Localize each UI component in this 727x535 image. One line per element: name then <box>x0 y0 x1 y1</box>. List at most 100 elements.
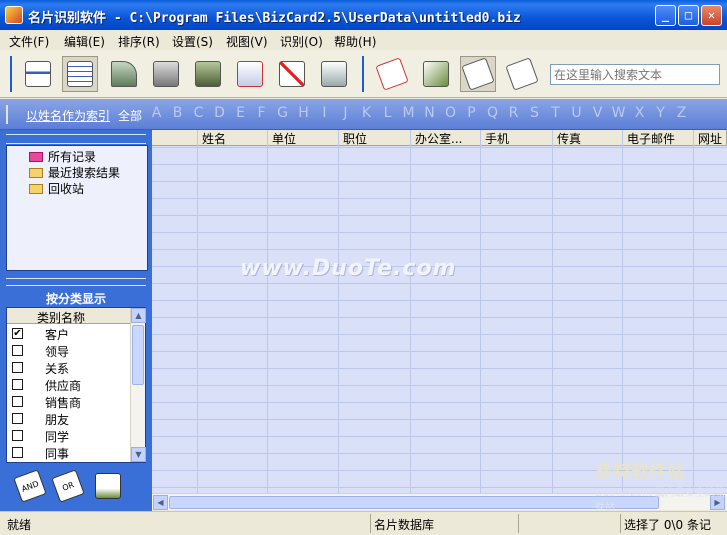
alphabet-grip[interactable] <box>6 105 9 124</box>
category-row-friend[interactable]: 朋友 <box>7 410 131 427</box>
letter-v[interactable]: V <box>590 105 605 121</box>
grid-header-email[interactable]: 电子邮件 <box>623 130 694 146</box>
letter-o[interactable]: O <box>443 105 458 121</box>
letter-y[interactable]: Y <box>653 105 668 121</box>
letter-p[interactable]: P <box>464 105 479 121</box>
menu-sort[interactable]: 排序(R) <box>118 33 160 50</box>
scroll-left-button[interactable]: ◀ <box>153 495 168 510</box>
letter-f[interactable]: F <box>254 105 269 121</box>
search-name-button[interactable] <box>374 56 410 92</box>
tree-panel-header[interactable] <box>6 134 146 144</box>
search-input[interactable] <box>550 64 720 85</box>
menu-recognize[interactable]: 识别(O) <box>280 33 323 50</box>
letter-all[interactable]: 全部 <box>118 107 142 124</box>
grid-header-mobile[interactable]: 手机 <box>481 130 553 146</box>
tree-item-recent-search[interactable]: 最近搜索结果 <box>29 165 120 180</box>
letter-r[interactable]: R <box>506 105 521 121</box>
pda-button[interactable] <box>190 56 226 92</box>
letter-w[interactable]: W <box>611 105 626 121</box>
minimize-button[interactable]: _ <box>655 5 676 26</box>
menu-edit[interactable]: 编辑(E) <box>64 33 105 50</box>
title-bar[interactable]: 名片识别软件 - C:\Program Files\BizCard2.5\Use… <box>0 0 727 30</box>
letter-h[interactable]: H <box>296 105 311 121</box>
print-card-button[interactable] <box>148 56 184 92</box>
category-checkbox[interactable] <box>12 413 23 424</box>
category-panel-header[interactable] <box>6 278 146 286</box>
category-row-leader[interactable]: 领导 <box>7 342 131 359</box>
and-search-button[interactable] <box>460 56 496 92</box>
letter-t[interactable]: T <box>548 105 563 121</box>
menu-view[interactable]: 视图(V) <box>226 33 268 50</box>
card-grid[interactable]: 姓名 单位 职位 办公室... 手机 传真 电子邮件 网址 <box>152 130 727 493</box>
scan-button[interactable] <box>106 56 142 92</box>
or-search-button[interactable] <box>504 56 540 92</box>
grid-header-website[interactable]: 网址 <box>694 130 727 146</box>
category-row-client[interactable]: ✔ 客户 <box>7 325 131 342</box>
category-row-dealer[interactable]: 销售商 <box>7 393 131 410</box>
grid-header-select[interactable] <box>152 130 198 146</box>
menu-help[interactable]: 帮助(H) <box>334 33 376 50</box>
letter-i[interactable]: I <box>317 105 332 121</box>
menu-file[interactable]: 文件(F) <box>9 33 49 50</box>
category-checkbox[interactable]: ✔ <box>12 328 23 339</box>
letter-j[interactable]: J <box>338 105 353 121</box>
category-checkbox[interactable] <box>12 379 23 390</box>
scroll-down-button[interactable]: ▼ <box>131 447 146 462</box>
grid-header-fax[interactable]: 传真 <box>553 130 623 146</box>
app-icon <box>5 6 23 24</box>
letter-d[interactable]: D <box>212 105 227 121</box>
menu-settings[interactable]: 设置(S) <box>172 33 213 50</box>
category-checkbox[interactable] <box>12 447 23 458</box>
letter-l[interactable]: L <box>380 105 395 121</box>
letter-u[interactable]: U <box>569 105 584 121</box>
toolbar-grip-2[interactable] <box>362 56 365 92</box>
letter-n[interactable]: N <box>422 105 437 121</box>
letter-q[interactable]: Q <box>485 105 500 121</box>
export-button[interactable] <box>316 56 352 92</box>
index-by-name-link[interactable]: 以姓名作为索引 <box>26 107 110 124</box>
new-card-button[interactable] <box>232 56 268 92</box>
status-selection: 选择了 0\0 条记 <box>620 514 727 533</box>
letter-m[interactable]: M <box>401 105 416 121</box>
category-row-colleague[interactable]: 同事 <box>7 444 131 461</box>
maximize-button[interactable]: □ <box>678 5 699 26</box>
category-scrollbar[interactable]: ▲ ▼ <box>130 308 146 462</box>
letter-e[interactable]: E <box>233 105 248 121</box>
category-row-relation[interactable]: 关系 <box>7 359 131 376</box>
tree-item-all-records[interactable]: 所有记录 <box>29 149 96 164</box>
category-checkbox[interactable] <box>12 362 23 373</box>
toolbar-grip[interactable] <box>10 56 13 92</box>
tree-item-recycle-bin[interactable]: 回收站 <box>29 181 84 196</box>
category-title: 按分类显示 <box>45 292 106 306</box>
grid-header-name[interactable]: 姓名 <box>198 130 268 146</box>
list-view-button[interactable] <box>62 56 98 92</box>
letter-a[interactable]: A <box>149 105 164 121</box>
letter-g[interactable]: G <box>275 105 290 121</box>
grid-header-title[interactable]: 职位 <box>339 130 411 146</box>
edit-category-button[interactable] <box>90 468 126 504</box>
edit-document-icon <box>95 473 121 499</box>
scroll-up-button[interactable]: ▲ <box>131 308 146 323</box>
card-view-button[interactable] <box>20 56 56 92</box>
letter-s[interactable]: S <box>527 105 542 121</box>
letter-z[interactable]: Z <box>674 105 689 121</box>
letter-c[interactable]: C <box>191 105 206 121</box>
grid-header-company[interactable]: 单位 <box>268 130 339 146</box>
scroll-thumb[interactable] <box>132 325 144 385</box>
scroll-thumb[interactable] <box>169 496 659 509</box>
category-row-supplier[interactable]: 供应商 <box>7 376 131 393</box>
category-checkbox[interactable] <box>12 345 23 356</box>
and-filter-button[interactable]: AND <box>12 468 48 504</box>
grid-header-office[interactable]: 办公室... <box>411 130 481 146</box>
or-filter-button[interactable]: OR <box>50 468 86 504</box>
category-row-classmate[interactable]: 同学 <box>7 427 131 444</box>
category-checkbox[interactable] <box>12 396 23 407</box>
delete-button[interactable] <box>274 56 310 92</box>
close-button[interactable]: ✕ <box>701 5 722 26</box>
category-checkbox[interactable] <box>12 430 23 441</box>
search-field-button[interactable] <box>418 56 454 92</box>
category-column-header[interactable]: 类别名称 <box>7 308 131 325</box>
letter-k[interactable]: K <box>359 105 374 121</box>
letter-x[interactable]: X <box>632 105 647 121</box>
letter-b[interactable]: B <box>170 105 185 121</box>
